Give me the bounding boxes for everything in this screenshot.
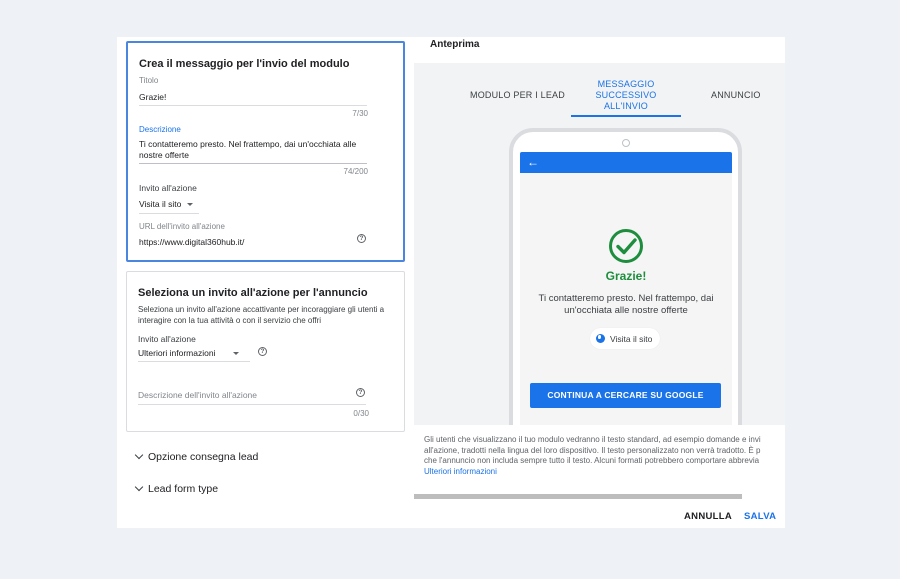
phone-screen: ← Grazie! Ti contatteremo presto. Nel fr… — [520, 152, 732, 425]
tab-post-submit-message[interactable]: MESSAGGIO SUCCESSIVO ALL'INVIO — [576, 79, 676, 112]
description-field[interactable]: Ti contatteremo presto. Nel frattempo, d… — [139, 139, 374, 161]
tab-ad[interactable]: ANNUNCIO — [711, 90, 761, 101]
title-counter: 7/30 — [352, 109, 368, 118]
visit-site-chip[interactable]: Visita il sito — [590, 328, 661, 349]
cta-description-counter: 0/30 — [353, 409, 369, 418]
preview-title: Anteprima — [430, 39, 480, 50]
cta-description-underline — [138, 404, 366, 405]
horizontal-scrollbar[interactable] — [414, 494, 742, 499]
help-icon[interactable]: ? — [357, 234, 366, 243]
expander-label: Opzione consegna lead — [148, 451, 259, 463]
expander-label: Lead form type — [148, 483, 219, 495]
description-underline — [139, 163, 367, 164]
preview-info-text: Gli utenti che visualizzano il tuo modul… — [424, 435, 785, 467]
dropdown-arrow-icon — [187, 203, 194, 207]
chevron-down-icon — [134, 482, 144, 492]
lead-form-editor-panel: Crea il messaggio per l'invio del modulo… — [117, 37, 785, 528]
title-field-label: Titolo — [139, 76, 159, 85]
description-field-label: Descrizione — [139, 125, 181, 134]
ad-cta-field-label: Invito all'azione — [138, 334, 196, 344]
globe-icon — [596, 334, 605, 343]
info-line: che l'annuncio non includa sempre tutto … — [424, 456, 760, 465]
phone-app-bar: ← — [520, 152, 732, 173]
ad-cta-underline — [138, 361, 250, 362]
tab-lead-form[interactable]: MODULO PER I LEAD — [470, 90, 565, 101]
editor-column: Crea il messaggio per l'invio del modulo… — [117, 37, 414, 500]
success-message: Ti contatteremo presto. Nel frattempo, d… — [538, 293, 714, 316]
cancel-button[interactable]: ANNULLA — [684, 511, 732, 522]
help-icon[interactable]: ? — [258, 347, 267, 356]
continue-search-button[interactable]: CONTINUA A CERCARE SU GOOGLE — [530, 383, 721, 408]
dropdown-arrow-icon — [233, 352, 240, 356]
preview-area: MODULO PER I LEAD MESSAGGIO SUCCESSIVO A… — [414, 63, 785, 425]
active-tab-indicator — [571, 115, 681, 117]
cta-select[interactable]: Visita il sito — [139, 199, 194, 209]
card-description: Seleziona un invito all'azione accattiva… — [138, 305, 385, 325]
url-field[interactable]: https://www.digital360hub.it/ — [139, 237, 244, 247]
chip-label: Visita il sito — [610, 333, 653, 344]
save-button[interactable]: SALVA — [744, 511, 776, 522]
dialog-footer: ANNULLA SALVA — [117, 500, 785, 528]
description-counter: 74/200 — [343, 167, 368, 176]
ad-cta-card: Seleziona un invito all'azione per l'ann… — [126, 271, 405, 432]
phone-mockup: ← Grazie! Ti contatteremo presto. Nel fr… — [509, 128, 742, 425]
card-title: Crea il messaggio per l'invio del modulo — [139, 58, 350, 70]
cta-field-label: Invito all'azione — [139, 183, 197, 193]
help-icon[interactable]: ? — [356, 388, 365, 397]
submission-message-card: Crea il messaggio per l'invio del modulo… — [126, 41, 405, 262]
ad-cta-select-value: Ulteriori informazioni — [138, 348, 216, 358]
phone-camera — [622, 139, 630, 147]
title-field[interactable]: Grazie! — [139, 92, 166, 102]
url-field-label: URL dell'invito all'azione — [139, 222, 225, 231]
ad-cta-select[interactable]: Ulteriori informazioni — [138, 348, 240, 358]
cta-description-field[interactable]: Descrizione dell'invito all'azione — [138, 390, 257, 400]
cta-underline — [139, 213, 199, 214]
title-underline — [139, 105, 367, 106]
success-heading: Grazie! — [605, 269, 647, 283]
expander-lead-delivery[interactable]: Opzione consegna lead — [134, 450, 259, 463]
card-title: Seleziona un invito all'azione per l'ann… — [138, 287, 368, 299]
learn-more-link[interactable]: Ulteriori informazioni — [424, 467, 497, 476]
preview-column: Anteprima MODULO PER I LEAD MESSAGGIO SU… — [414, 37, 785, 500]
info-line: all'azione, tradotti nella lingua del lo… — [424, 445, 761, 455]
cta-select-value: Visita il sito — [139, 199, 182, 209]
back-arrow-icon[interactable]: ← — [527, 155, 539, 169]
chevron-down-icon — [134, 450, 144, 460]
check-circle-icon — [609, 229, 643, 263]
expander-lead-form-type[interactable]: Lead form type — [134, 482, 219, 495]
info-line: Gli utenti che visualizzano il tuo modul… — [424, 435, 761, 444]
